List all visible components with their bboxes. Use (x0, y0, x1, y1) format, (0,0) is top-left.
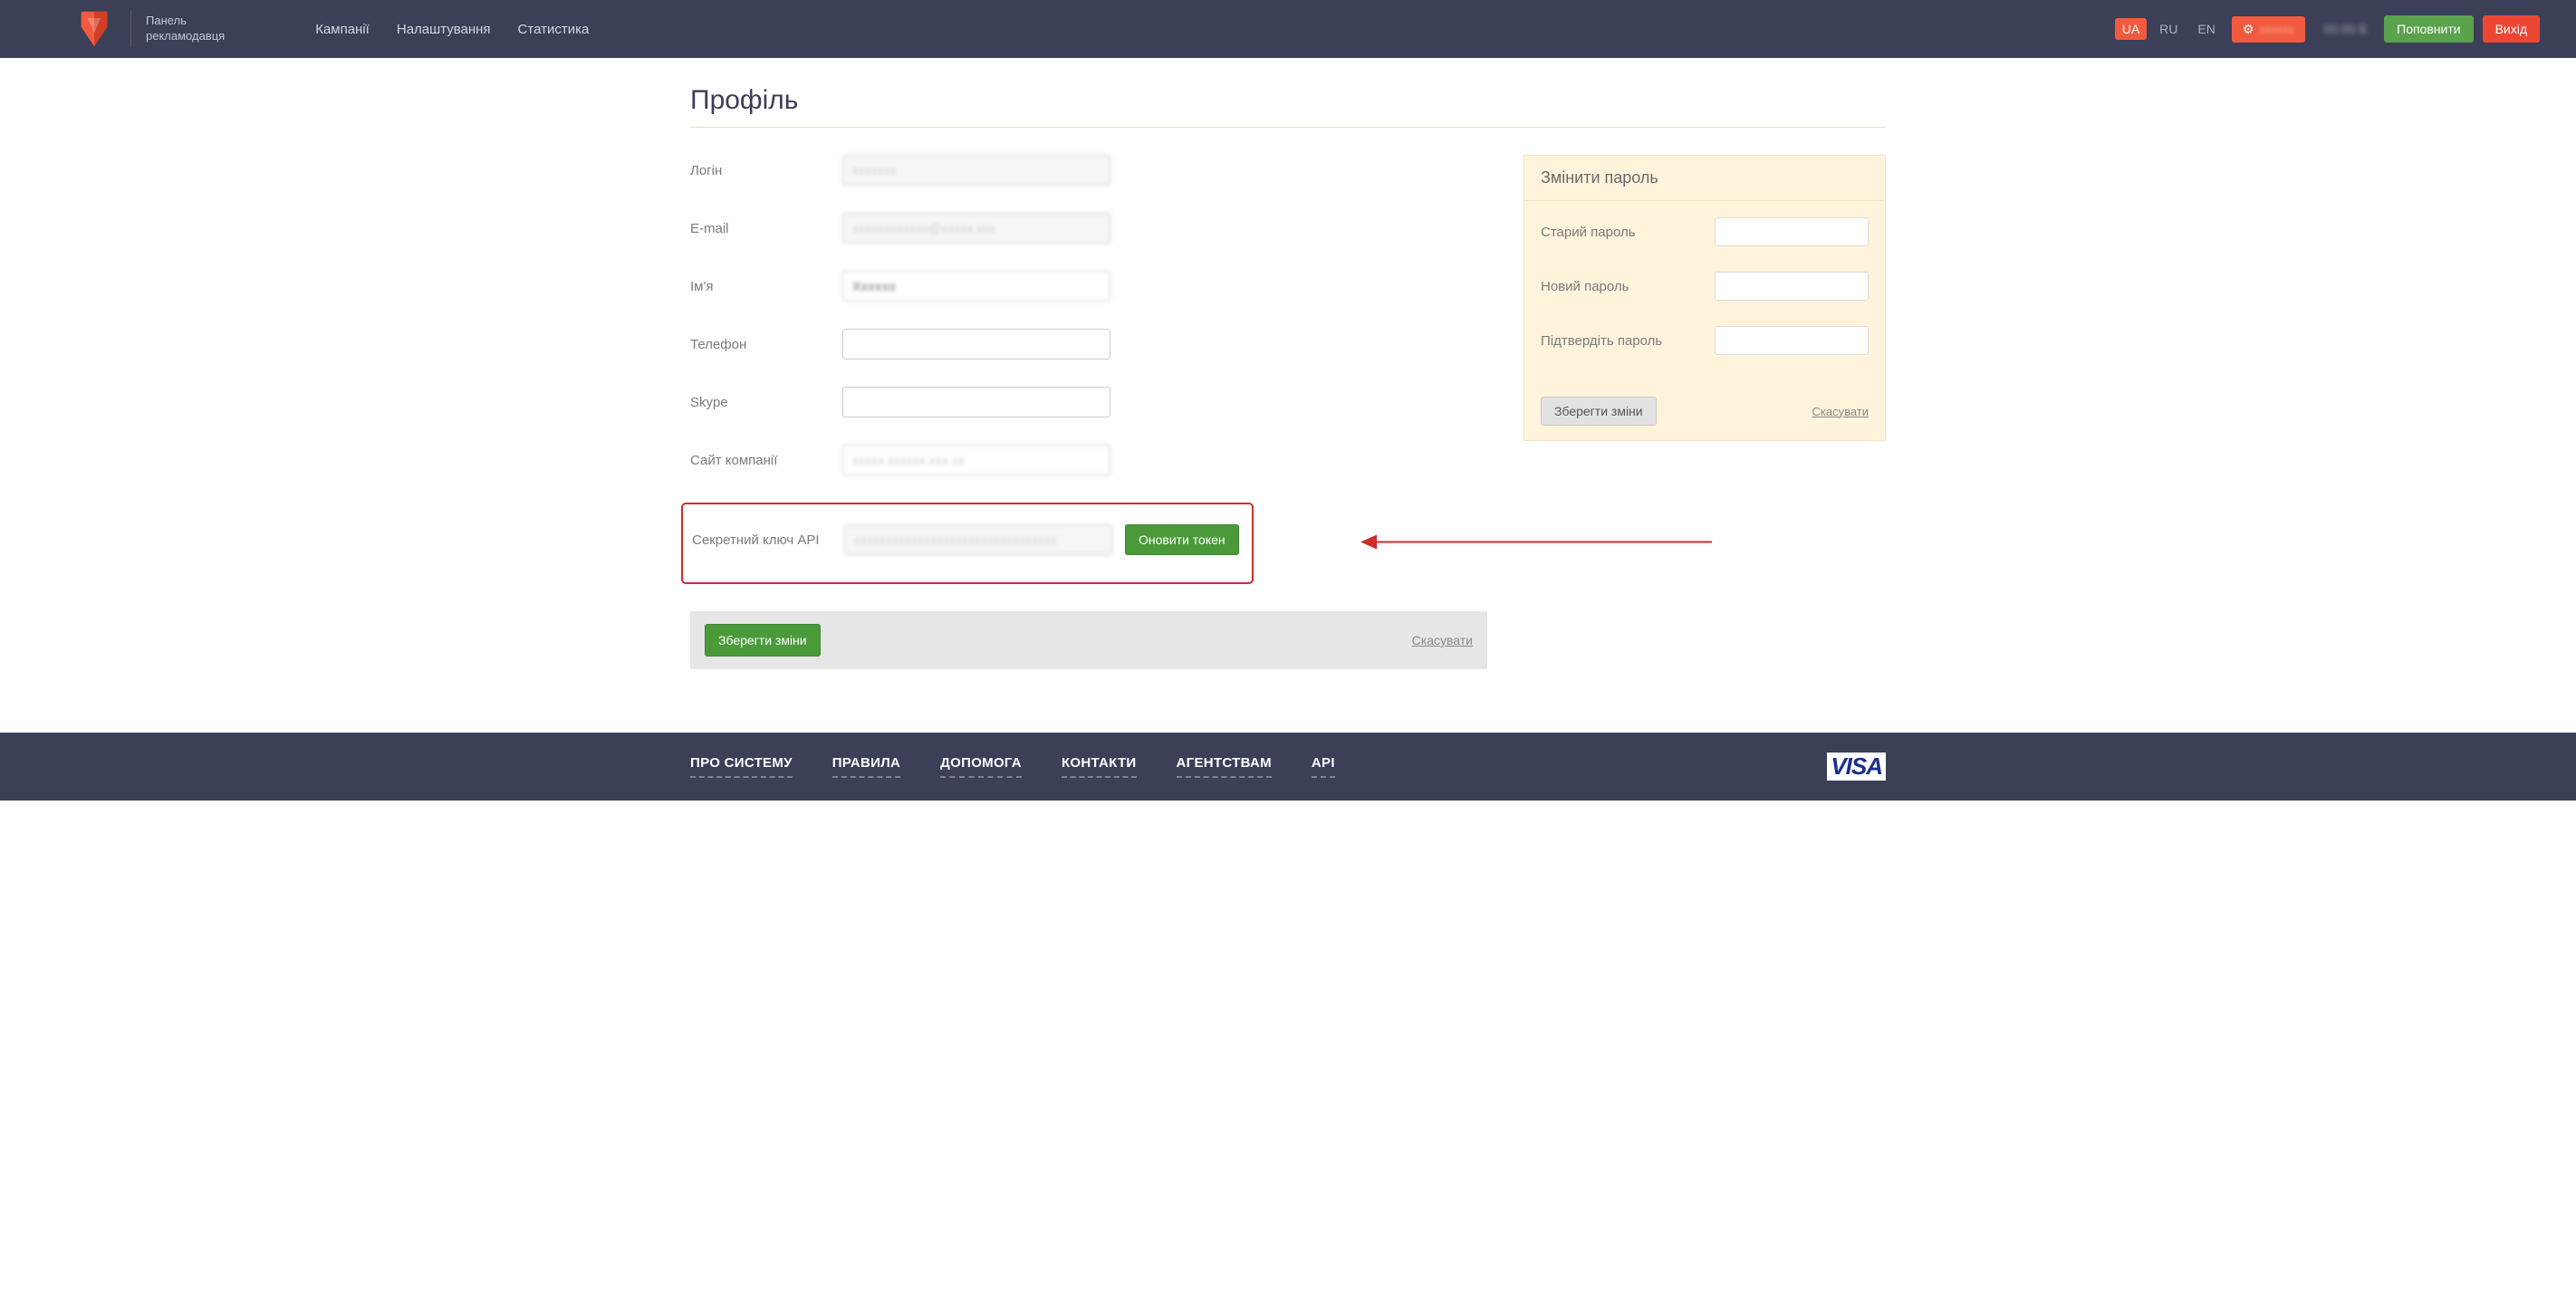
row-confirm-password: Підтвердіть пароль (1541, 326, 1869, 355)
password-panel-actions: Зберегти зміни Скасувати (1524, 397, 1885, 440)
cancel-link[interactable]: Скасувати (1412, 633, 1473, 647)
password-save-button[interactable]: Зберегти зміни (1541, 397, 1657, 426)
footer-nav: ПРО СИСТЕМУ ПРАВИЛА ДОПОМОГА КОНТАКТИ АГ… (690, 755, 1335, 778)
gear-icon: ⚙ (2243, 22, 2254, 37)
form-actions: Зберегти зміни Скасувати (690, 611, 1487, 669)
footer-inner: ПРО СИСТЕМУ ПРАВИЛА ДОПОМОГА КОНТАКТИ АГ… (654, 753, 1922, 781)
row-api: Секретний ключ API Оновити токен (692, 524, 1252, 555)
password-panel-title: Змінити пароль (1524, 156, 1885, 201)
brand-line1: Панель (146, 14, 225, 29)
row-phone: Телефон (690, 329, 1487, 360)
password-panel-col: Змінити пароль Старий пароль Новий парол… (1523, 155, 1886, 441)
footer-about[interactable]: ПРО СИСТЕМУ (690, 755, 793, 778)
api-key-area: Секретний ключ API Оновити токен (690, 503, 1487, 584)
header-right: UA RU EN ⚙ xxxxxx 00.00 $ Поповнити Вихі… (2115, 15, 2540, 43)
footer-contacts[interactable]: КОНТАКТИ (1062, 755, 1137, 778)
settings-button-label: xxxxxx (2259, 23, 2294, 36)
lang-ua[interactable]: UA (2115, 18, 2147, 40)
label-phone: Телефон (690, 337, 842, 352)
confirm-password-input[interactable] (1715, 326, 1869, 355)
row-login: Логін (690, 155, 1487, 186)
profile-form: Логін E-mail Ім'я Телефон Skype Сайт ком (690, 155, 1487, 669)
lang-ru[interactable]: RU (2152, 18, 2185, 40)
site-input[interactable] (842, 445, 1110, 475)
label-new-password: Новий пароль (1541, 279, 1715, 294)
footer-api[interactable]: API (1312, 755, 1335, 778)
label-login: Логін (690, 163, 842, 178)
row-skype: Skype (690, 387, 1487, 417)
nav-settings[interactable]: Налаштування (397, 22, 491, 37)
skype-input[interactable] (842, 387, 1110, 417)
main-nav: Кампанії Налаштування Статистика (315, 22, 589, 37)
row-old-password: Старий пароль (1541, 217, 1869, 246)
annotation-arrow-icon (1360, 532, 1714, 556)
password-panel-body: Старий пароль Новий пароль Підтвердіть п… (1524, 201, 1885, 397)
save-button[interactable]: Зберегти зміни (705, 624, 821, 657)
password-panel: Змінити пароль Старий пароль Новий парол… (1523, 155, 1886, 441)
label-name: Ім'я (690, 279, 842, 294)
row-name: Ім'я (690, 271, 1487, 302)
label-site: Сайт компанії (690, 453, 842, 468)
logo-area: Панель рекламодавця (72, 7, 225, 51)
visa-logo-icon: VISA (1827, 753, 1886, 781)
topup-button[interactable]: Поповнити (2384, 15, 2473, 43)
footer-help[interactable]: ДОПОМОГА (940, 755, 1022, 778)
lang-en[interactable]: EN (2190, 18, 2222, 40)
label-old-password: Старий пароль (1541, 225, 1715, 240)
row-email: E-mail (690, 213, 1487, 244)
label-api: Секретний ключ API (692, 532, 844, 548)
footer-rules[interactable]: ПРАВИЛА (832, 755, 900, 778)
name-input[interactable] (842, 271, 1110, 302)
header: Панель рекламодавця Кампанії Налаштуванн… (0, 0, 2576, 58)
nav-stats[interactable]: Статистика (518, 22, 590, 37)
header-settings-button[interactable]: ⚙ xxxxxx (2232, 16, 2306, 43)
login-input[interactable] (842, 155, 1110, 186)
nav-campaigns[interactable]: Кампанії (315, 22, 370, 37)
balance-display: 00.00 $ (2323, 22, 2366, 36)
api-highlight-box: Секретний ключ API Оновити токен (681, 503, 1254, 584)
footer-agencies[interactable]: АГЕНТСТВАМ (1177, 755, 1272, 778)
brand-text: Панель рекламодавця (146, 14, 225, 44)
lang-switcher: UA RU EN (2115, 18, 2223, 40)
logo-icon[interactable] (72, 7, 116, 51)
row-new-password: Новий пароль (1541, 272, 1869, 301)
page-title: Профіль (690, 85, 1886, 128)
header-divider (130, 11, 131, 47)
phone-input[interactable] (842, 329, 1110, 360)
email-input[interactable] (842, 213, 1110, 244)
label-confirm-password: Підтвердіть пароль (1541, 333, 1715, 349)
password-cancel-link[interactable]: Скасувати (1812, 405, 1869, 418)
api-key-input[interactable] (844, 524, 1112, 555)
old-password-input[interactable] (1715, 217, 1869, 246)
label-email: E-mail (690, 221, 842, 236)
new-password-input[interactable] (1715, 272, 1869, 301)
main-container: Профіль Логін E-mail Ім'я Телефон Skype (654, 58, 1922, 705)
layout: Логін E-mail Ім'я Телефон Skype Сайт ком (690, 155, 1886, 669)
brand-line2: рекламодавця (146, 29, 225, 44)
logout-button[interactable]: Вихід (2483, 15, 2540, 43)
row-site: Сайт компанії (690, 445, 1487, 475)
label-skype: Skype (690, 395, 842, 410)
footer: ПРО СИСТЕМУ ПРАВИЛА ДОПОМОГА КОНТАКТИ АГ… (0, 733, 2576, 801)
update-token-button[interactable]: Оновити токен (1125, 524, 1239, 555)
